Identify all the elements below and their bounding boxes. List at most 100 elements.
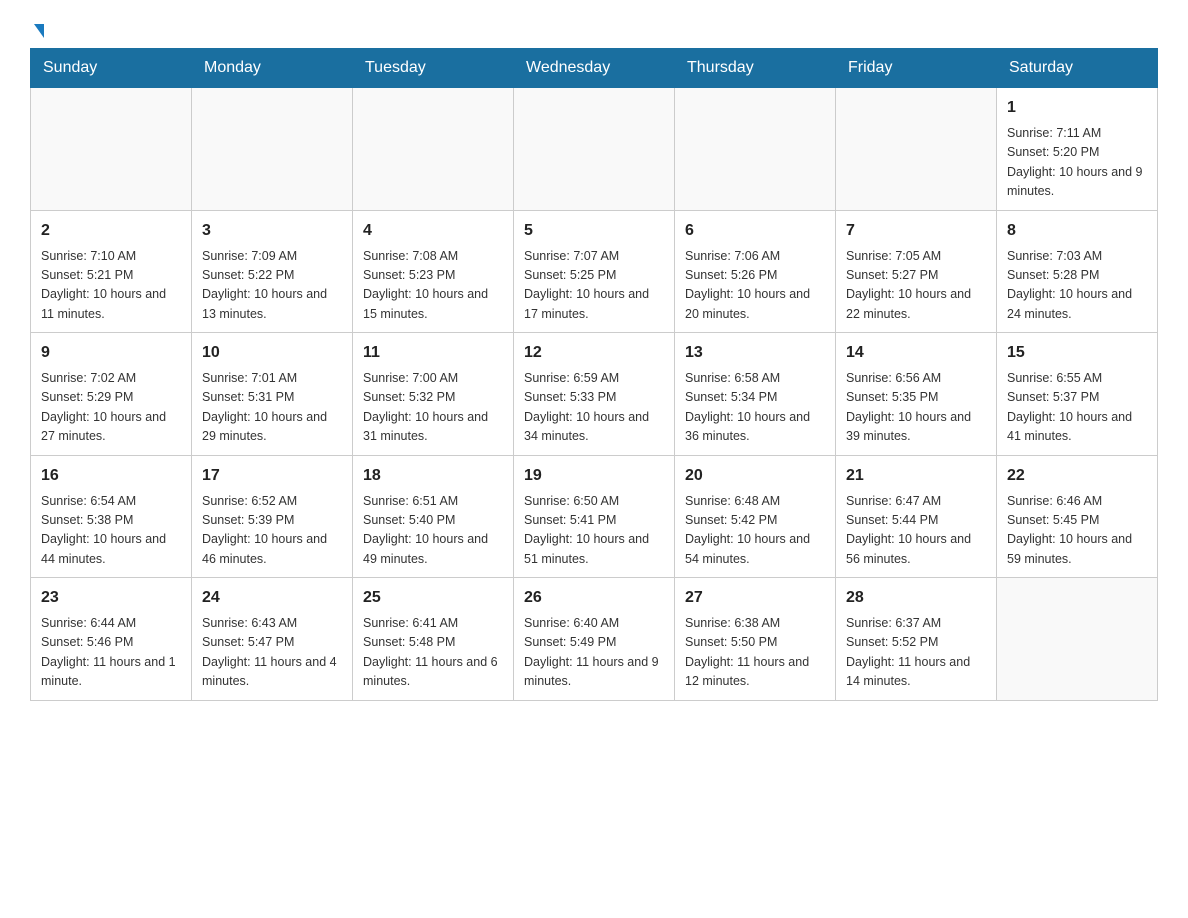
day-number: 25	[363, 586, 503, 610]
day-number: 8	[1007, 219, 1147, 243]
weekday-header-friday: Friday	[836, 49, 997, 88]
calendar-day-cell: 12 Sunrise: 6:59 AM Sunset: 5:33 PM Dayli…	[514, 333, 675, 456]
day-number: 1	[1007, 96, 1147, 120]
calendar-week-row: 1 Sunrise: 7:11 AM Sunset: 5:20 PM Daylig…	[31, 88, 1158, 211]
day-number: 20	[685, 464, 825, 488]
calendar-day-cell	[31, 88, 192, 211]
day-info: Sunrise: 6:56 AM Sunset: 5:35 PM Dayligh…	[846, 369, 986, 447]
day-info: Sunrise: 6:47 AM Sunset: 5:44 PM Dayligh…	[846, 492, 986, 570]
day-number: 3	[202, 219, 342, 243]
day-number: 18	[363, 464, 503, 488]
day-info: Sunrise: 6:48 AM Sunset: 5:42 PM Dayligh…	[685, 492, 825, 570]
weekday-header-thursday: Thursday	[675, 49, 836, 88]
calendar-day-cell	[192, 88, 353, 211]
calendar-day-cell: 14 Sunrise: 6:56 AM Sunset: 5:35 PM Dayli…	[836, 333, 997, 456]
calendar-day-cell	[514, 88, 675, 211]
calendar-day-cell: 24 Sunrise: 6:43 AM Sunset: 5:47 PM Dayli…	[192, 578, 353, 701]
day-number: 17	[202, 464, 342, 488]
calendar-day-cell	[836, 88, 997, 211]
day-info: Sunrise: 6:54 AM Sunset: 5:38 PM Dayligh…	[41, 492, 181, 570]
calendar-day-cell: 17 Sunrise: 6:52 AM Sunset: 5:39 PM Dayli…	[192, 455, 353, 578]
calendar-day-cell: 18 Sunrise: 6:51 AM Sunset: 5:40 PM Dayli…	[353, 455, 514, 578]
day-info: Sunrise: 7:08 AM Sunset: 5:23 PM Dayligh…	[363, 247, 503, 325]
calendar-week-row: 9 Sunrise: 7:02 AM Sunset: 5:29 PM Daylig…	[31, 333, 1158, 456]
day-number: 5	[524, 219, 664, 243]
calendar-header-row: SundayMondayTuesdayWednesdayThursdayFrid…	[31, 49, 1158, 88]
calendar-day-cell: 19 Sunrise: 6:50 AM Sunset: 5:41 PM Dayli…	[514, 455, 675, 578]
calendar-day-cell: 22Sunrise: 6:46 AM Sunset: 5:45 PM Dayli…	[997, 455, 1158, 578]
day-number: 16	[41, 464, 181, 488]
day-number: 23	[41, 586, 181, 610]
day-number: 9	[41, 341, 181, 365]
weekday-header-monday: Monday	[192, 49, 353, 88]
logo-arrow-icon	[34, 24, 44, 38]
day-info: Sunrise: 6:58 AM Sunset: 5:34 PM Dayligh…	[685, 369, 825, 447]
day-info: Sunrise: 7:10 AM Sunset: 5:21 PM Dayligh…	[41, 247, 181, 325]
calendar-day-cell: 8 Sunrise: 7:03 AM Sunset: 5:28 PM Daylig…	[997, 210, 1158, 333]
day-info: Sunrise: 6:55 AM Sunset: 5:37 PM Dayligh…	[1007, 369, 1147, 447]
calendar-day-cell: 25 Sunrise: 6:41 AM Sunset: 5:48 PM Dayli…	[353, 578, 514, 701]
day-info: Sunrise: 7:09 AM Sunset: 5:22 PM Dayligh…	[202, 247, 342, 325]
weekday-header-wednesday: Wednesday	[514, 49, 675, 88]
day-info: Sunrise: 6:43 AM Sunset: 5:47 PM Dayligh…	[202, 614, 342, 692]
page-header	[30, 20, 1158, 38]
day-info: Sunrise: 7:02 AM Sunset: 5:29 PM Dayligh…	[41, 369, 181, 447]
day-info: Sunrise: 6:38 AM Sunset: 5:50 PM Dayligh…	[685, 614, 825, 692]
day-info: Sunrise: 6:51 AM Sunset: 5:40 PM Dayligh…	[363, 492, 503, 570]
calendar-day-cell: 6 Sunrise: 7:06 AM Sunset: 5:26 PM Daylig…	[675, 210, 836, 333]
day-number: 15	[1007, 341, 1147, 365]
day-info: Sunrise: 6:41 AM Sunset: 5:48 PM Dayligh…	[363, 614, 503, 692]
calendar-day-cell: 1 Sunrise: 7:11 AM Sunset: 5:20 PM Daylig…	[997, 88, 1158, 211]
calendar-day-cell: 9 Sunrise: 7:02 AM Sunset: 5:29 PM Daylig…	[31, 333, 192, 456]
day-info: Sunrise: 6:40 AM Sunset: 5:49 PM Dayligh…	[524, 614, 664, 692]
calendar-day-cell: 26 Sunrise: 6:40 AM Sunset: 5:49 PM Dayli…	[514, 578, 675, 701]
day-number: 14	[846, 341, 986, 365]
day-info: Sunrise: 7:00 AM Sunset: 5:32 PM Dayligh…	[363, 369, 503, 447]
calendar-day-cell	[675, 88, 836, 211]
day-number: 22	[1007, 464, 1147, 488]
calendar-day-cell: 16 Sunrise: 6:54 AM Sunset: 5:38 PM Dayli…	[31, 455, 192, 578]
day-info: Sunrise: 6:52 AM Sunset: 5:39 PM Dayligh…	[202, 492, 342, 570]
calendar-day-cell: 13 Sunrise: 6:58 AM Sunset: 5:34 PM Dayli…	[675, 333, 836, 456]
day-number: 19	[524, 464, 664, 488]
calendar-day-cell: 27 Sunrise: 6:38 AM Sunset: 5:50 PM Dayli…	[675, 578, 836, 701]
day-number: 4	[363, 219, 503, 243]
day-number: 6	[685, 219, 825, 243]
day-info: Sunrise: 6:44 AM Sunset: 5:46 PM Dayligh…	[41, 614, 181, 692]
calendar-day-cell: 28Sunrise: 6:37 AM Sunset: 5:52 PM Dayli…	[836, 578, 997, 701]
day-info: Sunrise: 7:06 AM Sunset: 5:26 PM Dayligh…	[685, 247, 825, 325]
calendar-day-cell: 2 Sunrise: 7:10 AM Sunset: 5:21 PM Daylig…	[31, 210, 192, 333]
day-info: Sunrise: 7:03 AM Sunset: 5:28 PM Dayligh…	[1007, 247, 1147, 325]
calendar-day-cell: 7Sunrise: 7:05 AM Sunset: 5:27 PM Daylig…	[836, 210, 997, 333]
day-number: 12	[524, 341, 664, 365]
day-number: 2	[41, 219, 181, 243]
day-info: Sunrise: 7:11 AM Sunset: 5:20 PM Dayligh…	[1007, 124, 1147, 202]
calendar-day-cell: 5 Sunrise: 7:07 AM Sunset: 5:25 PM Daylig…	[514, 210, 675, 333]
day-number: 10	[202, 341, 342, 365]
day-number: 13	[685, 341, 825, 365]
day-info: Sunrise: 6:50 AM Sunset: 5:41 PM Dayligh…	[524, 492, 664, 570]
calendar-week-row: 23 Sunrise: 6:44 AM Sunset: 5:46 PM Dayli…	[31, 578, 1158, 701]
day-number: 7	[846, 219, 986, 243]
weekday-header-tuesday: Tuesday	[353, 49, 514, 88]
calendar-week-row: 16 Sunrise: 6:54 AM Sunset: 5:38 PM Dayli…	[31, 455, 1158, 578]
calendar-day-cell: 4 Sunrise: 7:08 AM Sunset: 5:23 PM Daylig…	[353, 210, 514, 333]
day-info: Sunrise: 6:59 AM Sunset: 5:33 PM Dayligh…	[524, 369, 664, 447]
weekday-header-sunday: Sunday	[31, 49, 192, 88]
calendar-day-cell	[997, 578, 1158, 701]
day-number: 11	[363, 341, 503, 365]
weekday-header-saturday: Saturday	[997, 49, 1158, 88]
calendar-day-cell: 15 Sunrise: 6:55 AM Sunset: 5:37 PM Dayli…	[997, 333, 1158, 456]
calendar-day-cell: 23 Sunrise: 6:44 AM Sunset: 5:46 PM Dayli…	[31, 578, 192, 701]
logo	[30, 20, 44, 38]
calendar-day-cell: 3 Sunrise: 7:09 AM Sunset: 5:22 PM Daylig…	[192, 210, 353, 333]
day-info: Sunrise: 7:07 AM Sunset: 5:25 PM Dayligh…	[524, 247, 664, 325]
calendar-day-cell: 21 Sunrise: 6:47 AM Sunset: 5:44 PM Dayli…	[836, 455, 997, 578]
day-number: 27	[685, 586, 825, 610]
day-number: 28	[846, 586, 986, 610]
calendar-day-cell: 10 Sunrise: 7:01 AM Sunset: 5:31 PM Dayli…	[192, 333, 353, 456]
day-info: Sunrise: 7:01 AM Sunset: 5:31 PM Dayligh…	[202, 369, 342, 447]
day-number: 24	[202, 586, 342, 610]
day-number: 21	[846, 464, 986, 488]
day-number: 26	[524, 586, 664, 610]
